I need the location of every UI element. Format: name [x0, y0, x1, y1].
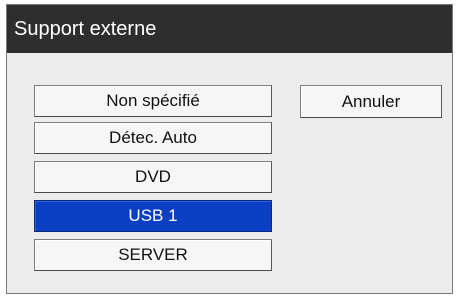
- option-non-specifie-button[interactable]: Non spécifié: [34, 85, 272, 117]
- option-detec-auto-button[interactable]: Détec. Auto: [34, 122, 272, 154]
- dialog-title: Support externe: [7, 5, 452, 53]
- support-externe-dialog: Support externe Non spécifié Détec. Auto…: [6, 4, 453, 294]
- cancel-button[interactable]: Annuler: [300, 85, 442, 118]
- option-server-button[interactable]: SERVER: [34, 239, 272, 271]
- option-usb1-button[interactable]: USB 1: [34, 200, 272, 232]
- option-dvd-button[interactable]: DVD: [34, 161, 272, 193]
